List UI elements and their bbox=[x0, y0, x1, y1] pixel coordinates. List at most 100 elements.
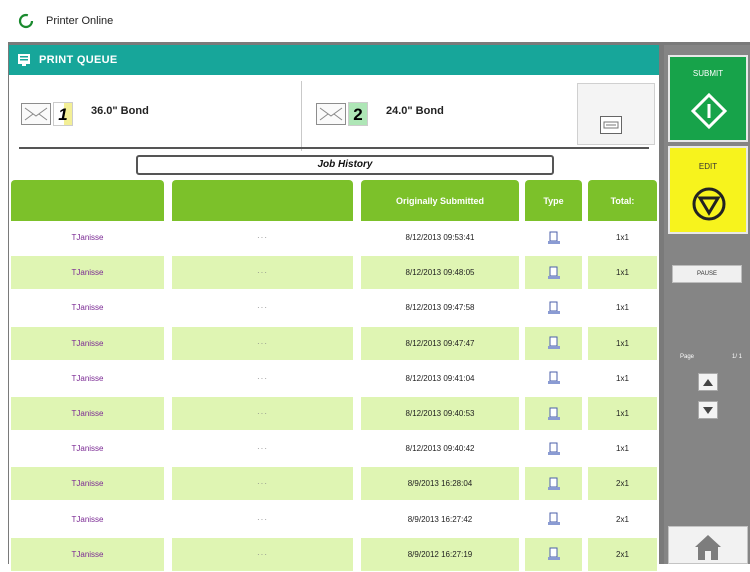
tray-number: 1 bbox=[53, 102, 73, 126]
submitted-cell: 8/9/2013 16:27:42 bbox=[361, 502, 519, 536]
envelope-icon bbox=[21, 103, 51, 125]
name-cell: ··· bbox=[172, 502, 353, 536]
total-cell: 1x1 bbox=[588, 432, 657, 466]
media-selector: 1 36.0" Bond 2 24.0" Bond bbox=[9, 75, 659, 153]
print-job-type-icon bbox=[547, 547, 560, 561]
user-cell: TJanisse bbox=[11, 221, 164, 254]
table-row[interactable]: TJanisse ··· 8/12/2013 09:40:42 1x1 bbox=[9, 431, 659, 466]
submitted-cell: 8/12/2013 09:47:47 bbox=[361, 326, 519, 360]
status-ring-icon bbox=[18, 13, 34, 29]
user-cell: TJanisse bbox=[11, 467, 164, 501]
name-cell: ··· bbox=[172, 326, 353, 360]
total-cell: 2x1 bbox=[588, 502, 657, 536]
submitted-cell: 8/9/2012 16:27:19 bbox=[361, 537, 519, 571]
table-row[interactable]: TJanisse ··· 8/12/2013 09:47:47 1x1 bbox=[9, 326, 659, 361]
print-queue-header: PRINT QUEUE bbox=[9, 45, 659, 75]
page-indicator: 1/ 1 bbox=[731, 354, 742, 360]
print-job-type-icon bbox=[547, 512, 560, 526]
total-cell: 2x1 bbox=[588, 537, 657, 571]
page-down-button[interactable] bbox=[698, 401, 718, 419]
total-cell: 1x1 bbox=[588, 291, 657, 325]
total-cell: 1x1 bbox=[588, 326, 657, 360]
tray-media-label: 24.0" Bond bbox=[386, 105, 444, 117]
column-header-total[interactable]: Total: bbox=[588, 180, 657, 222]
table-row[interactable]: TJanisse ··· 8/9/2012 16:27:19 2x1 bbox=[9, 537, 659, 572]
table-row[interactable]: TJanisse ··· 8/9/2013 16:27:42 2x1 bbox=[9, 502, 659, 537]
submit-icon bbox=[691, 93, 727, 129]
media-settings-button[interactable] bbox=[577, 83, 655, 145]
print-job-type-icon bbox=[547, 371, 560, 385]
print-queue-panel: PRINT QUEUE 1 36.0" Bond 2 24.0" Bond Jo… bbox=[9, 45, 659, 571]
user-cell: TJanisse bbox=[11, 537, 164, 571]
type-cell bbox=[525, 221, 582, 254]
user-cell: TJanisse bbox=[11, 256, 164, 290]
name-cell: ··· bbox=[172, 432, 353, 466]
arrow-up-icon bbox=[703, 379, 713, 386]
type-cell bbox=[525, 361, 582, 395]
envelope-icon bbox=[316, 103, 346, 125]
stop-icon bbox=[692, 187, 726, 221]
name-cell: ··· bbox=[172, 256, 353, 290]
total-cell: 1x1 bbox=[588, 256, 657, 290]
printer-icon bbox=[600, 116, 622, 134]
pagination: Page 1/ 1 bbox=[668, 346, 748, 438]
print-job-type-icon bbox=[547, 336, 560, 350]
type-cell bbox=[525, 326, 582, 360]
home-button[interactable] bbox=[668, 526, 748, 564]
column-header-name[interactable] bbox=[172, 180, 353, 222]
print-job-type-icon bbox=[547, 477, 560, 490]
total-cell: 1x1 bbox=[588, 361, 657, 395]
home-icon bbox=[695, 535, 721, 560]
user-cell: TJanisse bbox=[11, 502, 164, 536]
name-cell: ··· bbox=[172, 361, 353, 395]
table-row[interactable]: TJanisse ··· 8/9/2013 16:28:04 2x1 bbox=[9, 466, 659, 501]
table-row[interactable]: TJanisse ··· 8/12/2013 09:40:53 1x1 bbox=[9, 396, 659, 431]
submit-button[interactable]: SUBMIT bbox=[668, 55, 748, 142]
column-header-type[interactable]: Type bbox=[525, 180, 582, 222]
page-label: Page bbox=[680, 354, 695, 360]
tray-media-label: 36.0" Bond bbox=[91, 105, 149, 117]
column-header-user[interactable] bbox=[11, 180, 164, 222]
table-row[interactable]: TJanisse ··· 8/12/2013 09:53:41 1x1 bbox=[9, 220, 659, 255]
print-queue-title: PRINT QUEUE bbox=[39, 54, 118, 66]
name-cell: ··· bbox=[172, 537, 353, 571]
edit-button[interactable]: EDIT bbox=[668, 146, 748, 234]
print-job-type-icon bbox=[547, 231, 560, 244]
submitted-cell: 8/12/2013 09:40:53 bbox=[361, 397, 519, 430]
print-job-type-icon bbox=[547, 442, 560, 455]
table-row[interactable]: TJanisse ··· 8/12/2013 09:47:58 1x1 bbox=[9, 290, 659, 325]
submitted-cell: 8/12/2013 09:48:05 bbox=[361, 256, 519, 290]
type-cell bbox=[525, 291, 582, 325]
print-job-type-icon bbox=[547, 407, 560, 420]
total-cell: 1x1 bbox=[588, 397, 657, 430]
type-cell bbox=[525, 537, 582, 571]
table-row[interactable]: TJanisse ··· 8/12/2013 09:48:05 1x1 bbox=[9, 255, 659, 290]
user-cell: TJanisse bbox=[11, 432, 164, 466]
arrow-down-icon bbox=[703, 407, 713, 414]
total-cell: 1x1 bbox=[588, 221, 657, 254]
divider bbox=[19, 147, 649, 149]
type-cell bbox=[525, 397, 582, 430]
type-cell bbox=[525, 256, 582, 290]
tray-number: 2 bbox=[348, 102, 368, 126]
page-up-button[interactable] bbox=[698, 373, 718, 391]
status-text: Printer Online bbox=[46, 15, 114, 27]
name-cell: ··· bbox=[172, 467, 353, 501]
table-row[interactable]: TJanisse ··· 8/12/2013 09:41:04 1x1 bbox=[9, 361, 659, 396]
media-tray-1[interactable]: 1 36.0" Bond bbox=[13, 85, 293, 141]
submitted-cell: 8/12/2013 09:53:41 bbox=[361, 221, 519, 254]
user-cell: TJanisse bbox=[11, 397, 164, 430]
name-cell: ··· bbox=[172, 397, 353, 430]
type-cell bbox=[525, 467, 582, 501]
print-job-type-icon bbox=[547, 301, 560, 314]
tab-job-history[interactable]: Job History bbox=[136, 155, 554, 175]
user-cell: TJanisse bbox=[11, 361, 164, 395]
pause-button[interactable]: PAUSE bbox=[672, 265, 742, 283]
status-bar: Printer Online bbox=[0, 0, 750, 42]
media-tray-2[interactable]: 2 24.0" Bond bbox=[301, 81, 581, 151]
user-cell: TJanisse bbox=[11, 326, 164, 360]
name-cell: ··· bbox=[172, 291, 353, 325]
column-header-submitted[interactable]: Originally Submitted bbox=[361, 180, 519, 222]
submitted-cell: 8/12/2013 09:47:58 bbox=[361, 291, 519, 325]
submitted-cell: 8/9/2013 16:28:04 bbox=[361, 467, 519, 501]
